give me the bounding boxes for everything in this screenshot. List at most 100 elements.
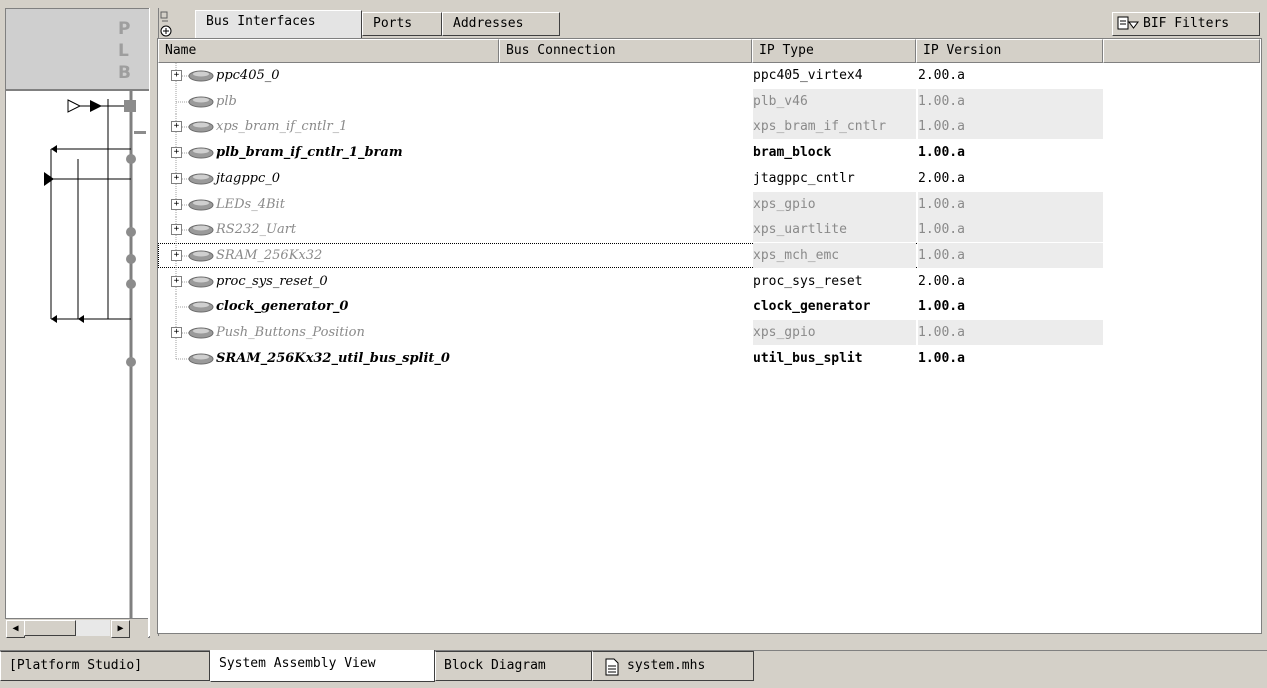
ip-version: 1.00.a	[918, 320, 1103, 345]
ip-type: ppc405_virtex4	[753, 63, 916, 88]
instance-name: ppc405_0	[216, 68, 280, 83]
instance-name: proc_sys_reset_0	[216, 273, 328, 289]
system-assembly-panel: Bus Interfaces Ports Addresses BIF Filte…	[157, 8, 1263, 636]
table-row[interactable]: + proc_sys_reset_0 proc_sys_reset 2.00.a	[158, 268, 1103, 295]
panel-toggle-icon[interactable]	[160, 11, 174, 37]
table-row[interactable]: + RS232_Uart xps_uartlite 1.00.a	[158, 217, 1103, 244]
system-mhs-label: system.mhs	[627, 658, 706, 673]
ip-type: xps_mch_emc	[753, 242, 916, 268]
left-panel-hscrollbar[interactable]: ◀ ▶	[5, 618, 148, 638]
ip-type: xps_gpio	[753, 191, 916, 217]
ip-version: 1.00.a	[918, 242, 1103, 268]
instance-name: SRAM_256Kx32_util_bus_split_0	[216, 350, 450, 366]
ip-type: clock_generator	[753, 294, 916, 320]
instance-name: RS232_Uart	[216, 222, 297, 238]
view-tab-bar: [Platform Studio] System Assembly View B…	[0, 650, 1267, 688]
ip-type: xps_uartlite	[753, 217, 916, 243]
filter-icon	[1117, 16, 1139, 30]
table-row[interactable]: SRAM_256Kx32_util_bus_split_0 util_bus_sp…	[158, 345, 1103, 371]
tab-platform-studio[interactable]: [Platform Studio]	[0, 651, 210, 681]
bif-filters-button[interactable]: BIF Filters	[1112, 12, 1260, 36]
gray-diamond-icon	[188, 276, 214, 288]
ip-version: 1.00.a	[918, 88, 1103, 114]
ip-version: 1.00.a	[918, 345, 1103, 371]
ip-type: proc_sys_reset	[753, 268, 916, 294]
tab-system-assembly-view[interactable]: System Assembly View	[210, 650, 435, 682]
tab-system-mhs[interactable]: system.mhs	[592, 651, 754, 681]
plus-box-icon[interactable]: +	[171, 70, 182, 81]
gray-diamond-icon	[188, 353, 214, 365]
ip-type: xps_gpio	[753, 320, 916, 345]
ip-type: util_bus_split	[753, 345, 916, 371]
gray-diamond-icon	[188, 199, 214, 210]
plus-box-icon[interactable]: +	[171, 327, 182, 338]
instance-name: SRAM_256Kx32	[216, 247, 323, 263]
ip-type: xps_bram_if_cntlr	[753, 114, 916, 140]
table-row[interactable]: + jtagppc_0 jtagppc_cntlr 2.00.a	[158, 165, 1103, 192]
ip-version: 1.00.a	[918, 294, 1103, 320]
gray-diamond-icon	[188, 121, 214, 133]
instance-name: jtagppc_0	[216, 170, 281, 186]
instance-name: Push_Buttons_Position	[216, 325, 365, 340]
table-row[interactable]: plb plb_v46 1.00.a	[158, 88, 1103, 115]
table-body: + ppc405_0 ppc405_virtex4 2.00.a plb plb_v46 1…	[158, 63, 1260, 633]
column-header-ip-version[interactable]: IP Version	[916, 39, 1103, 63]
table-row[interactable]: + SRAM_256Kx32 xps_mch_emc 1.00.a	[158, 242, 1103, 269]
plus-box-icon[interactable]: +	[171, 249, 182, 261]
filter-tab-bar: Bus Interfaces Ports Addresses BIF Filte…	[157, 8, 1263, 38]
table-row[interactable]: + plb_bram_if_cntlr_1_bram bram_block 1.00.…	[158, 140, 1103, 167]
plus-box-icon[interactable]: +	[171, 147, 182, 159]
table-row[interactable]: + LEDs_4Bit xps_gpio 1.00.a	[158, 191, 1103, 218]
instance-name: LEDs_4Bit	[216, 196, 285, 212]
table-row[interactable]: clock_generator_0 clock_generator 1.00.a	[158, 294, 1103, 321]
plb-bus-header: P L B	[6, 9, 149, 91]
gray-diamond-icon	[188, 301, 214, 313]
ip-version: 2.00.a	[918, 165, 1103, 191]
plus-box-icon[interactable]: +	[171, 121, 182, 133]
gray-diamond-icon	[188, 147, 214, 159]
plus-box-icon[interactable]: +	[171, 172, 182, 184]
table-row[interactable]: + xps_bram_if_cntlr_1 xps_bram_if_cntlr 1.0…	[158, 114, 1103, 141]
instance-name: plb	[216, 93, 237, 109]
bus-connection-diagram	[44, 89, 146, 619]
gray-diamond-icon	[188, 70, 214, 82]
plus-box-icon[interactable]: +	[171, 275, 182, 287]
bus-diagram-panel: P L B	[5, 8, 150, 638]
ip-version: 1.00.a	[918, 191, 1103, 217]
tab-addresses[interactable]: Addresses	[442, 12, 560, 36]
plus-box-icon[interactable]: +	[171, 224, 182, 236]
ip-type: jtagppc_cntlr	[753, 165, 916, 191]
ip-version: 2.00.a	[918, 63, 1103, 88]
scroll-thumb[interactable]	[24, 620, 76, 636]
plus-box-icon[interactable]: +	[171, 198, 182, 210]
instance-name: clock_generator_0	[216, 299, 349, 315]
gray-diamond-icon	[188, 224, 214, 236]
tab-block-diagram[interactable]: Block Diagram	[435, 651, 592, 681]
table-row[interactable]: + ppc405_0 ppc405_virtex4 2.00.a	[158, 63, 1103, 89]
column-header-name[interactable]: Name	[158, 39, 499, 63]
column-header-ip-type[interactable]: IP Type	[752, 39, 916, 63]
ip-type: bram_block	[753, 140, 916, 166]
column-header-blank	[1103, 39, 1260, 63]
tab-bus-interfaces[interactable]: Bus Interfaces	[195, 10, 362, 38]
bus-interfaces-table: Name Bus Connection IP Type IP Version +…	[157, 38, 1262, 634]
instance-name: plb_bram_if_cntlr_1_bram	[216, 145, 403, 161]
arrow-right-icon[interactable]: ▶	[111, 620, 130, 638]
document-icon	[605, 658, 619, 676]
gray-diamond-icon	[188, 96, 214, 108]
ip-version: 2.00.a	[918, 268, 1103, 294]
bif-filters-label: BIF Filters	[1143, 16, 1230, 31]
plb-letter-p: P	[118, 19, 131, 39]
table-row[interactable]: + Push_Buttons_Position xps_gpio 1.00.a	[158, 320, 1103, 346]
ip-version: 1.00.a	[918, 217, 1103, 243]
gray-diamond-icon	[188, 250, 214, 262]
column-header-bus-connection[interactable]: Bus Connection	[499, 39, 752, 63]
gray-diamond-icon	[188, 327, 214, 339]
gray-diamond-icon	[188, 173, 214, 185]
ip-type: plb_v46	[753, 88, 916, 114]
tab-ports[interactable]: Ports	[362, 12, 442, 36]
arrow-left-icon[interactable]: ◀	[6, 620, 25, 638]
ip-version: 1.00.a	[918, 114, 1103, 140]
plb-letter-l: L	[118, 41, 129, 61]
plb-letter-b: B	[118, 63, 131, 83]
